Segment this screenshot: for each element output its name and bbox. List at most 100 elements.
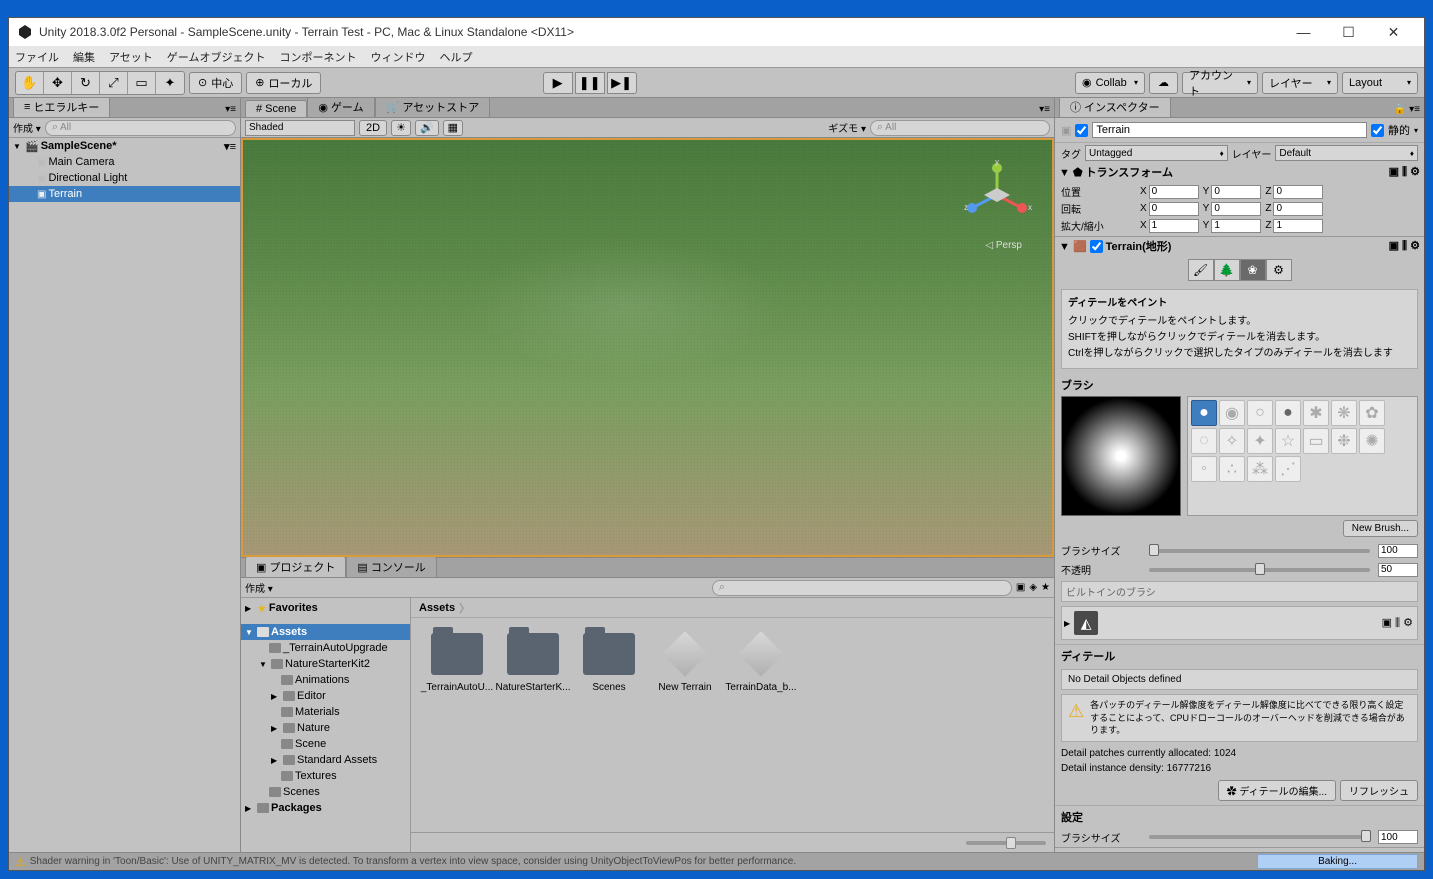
name-field[interactable] (1092, 122, 1367, 138)
hand-tool[interactable]: ✋ (16, 72, 44, 94)
brush-8[interactable]: ◌ (1191, 428, 1217, 454)
new-brush-button[interactable]: New Brush... (1343, 520, 1418, 537)
asset-folder-1[interactable]: _TerrainAutoU... (423, 630, 491, 693)
brush-11[interactable]: ☆ (1275, 428, 1301, 454)
rot-y[interactable] (1211, 202, 1261, 216)
active-checkbox[interactable] (1075, 124, 1088, 137)
brush-18[interactable]: ⋰ (1275, 456, 1301, 482)
brush-14[interactable]: ✺ (1359, 428, 1385, 454)
folder-standard[interactable]: ▶ Standard Assets (241, 752, 410, 768)
move-tool[interactable]: ✥ (44, 72, 72, 94)
brush-size2-field[interactable] (1378, 830, 1418, 844)
minimize-button[interactable]: — (1281, 18, 1326, 46)
maximize-button[interactable]: ☐ (1326, 18, 1371, 46)
brush-7[interactable]: ✿ (1359, 400, 1385, 426)
tag-dropdown[interactable]: Untagged♦ (1085, 145, 1228, 161)
project-favorite-icon[interactable]: ★ (1041, 582, 1050, 593)
folder-editor[interactable]: ▶ Editor (241, 688, 410, 704)
pos-x[interactable] (1149, 185, 1199, 199)
scl-y[interactable] (1211, 219, 1261, 233)
scene-root[interactable]: ▼🎬 SampleScene*▾≡ (9, 138, 240, 154)
inspector-tab[interactable]: ⓘ インスペクター (1059, 98, 1171, 117)
status-warning[interactable]: Shader warning in 'Toon/Basic': Use of U… (30, 856, 796, 867)
collab-dropdown[interactable]: ◉ Collab (1075, 72, 1145, 94)
assets-folder[interactable]: ▼ Assets (241, 624, 410, 640)
folder-nature2[interactable]: ▶ Nature (241, 720, 410, 736)
brush-10[interactable]: ✦ (1247, 428, 1273, 454)
toggle-2d[interactable]: 2D (359, 120, 387, 136)
cloud-button[interactable]: ☁ (1149, 72, 1178, 94)
terrain-tree-tool[interactable]: 🌲 (1214, 259, 1240, 281)
inspector-lock-icon[interactable]: 🔒 ▾≡ (1390, 102, 1424, 117)
brush-size2-slider[interactable] (1149, 835, 1370, 839)
lighting-icon[interactable]: ☀ (391, 120, 411, 136)
scene-panel-menu[interactable]: ▾≡ (1035, 102, 1054, 117)
hierarchy-item-camera[interactable]: ▣ Main Camera (9, 154, 240, 170)
brush-15[interactable]: ◦ (1191, 456, 1217, 482)
edit-details-button[interactable]: ✿ ディテールの編集... (1218, 780, 1336, 801)
create-dropdown[interactable]: 作成 ▾ (13, 120, 41, 135)
folder-scene[interactable]: Scene (241, 736, 410, 752)
shading-dropdown[interactable]: Shaded (245, 120, 355, 136)
project-search[interactable] (712, 580, 1012, 596)
terrain-settings-tool[interactable]: ⚙ (1266, 259, 1292, 281)
brush-5[interactable]: ✱ (1303, 400, 1329, 426)
opacity-slider[interactable] (1149, 568, 1370, 572)
project-create-dropdown[interactable]: 作成 ▾ (245, 580, 273, 595)
brush-13[interactable]: ❉ (1331, 428, 1357, 454)
rotate-tool[interactable]: ↻ (72, 72, 100, 94)
rot-z[interactable] (1273, 202, 1323, 216)
folder-scenes[interactable]: Scenes (241, 784, 410, 800)
packages-folder[interactable]: ▶ Packages (241, 800, 410, 816)
terrain-detail-tool[interactable]: ❀ (1240, 259, 1266, 281)
terrain-enabled[interactable] (1090, 240, 1103, 253)
brush-size-field[interactable] (1378, 544, 1418, 558)
console-tab[interactable]: ▤ コンソール (346, 556, 436, 577)
menu-help[interactable]: ヘルプ (439, 49, 472, 65)
layout-dropdown[interactable]: Layout (1342, 72, 1418, 94)
project-tab[interactable]: ▣ プロジェクト (245, 556, 346, 577)
folder-animations[interactable]: Animations (241, 672, 410, 688)
hierarchy-search[interactable]: All (45, 120, 236, 136)
folder-materials[interactable]: Materials (241, 704, 410, 720)
folder-textures[interactable]: Textures (241, 768, 410, 784)
folder-terrainauto[interactable]: _TerrainAutoUpgrade (241, 640, 410, 656)
brush-size-slider[interactable] (1149, 549, 1370, 553)
brush-16[interactable]: ∴ (1219, 456, 1245, 482)
menu-component[interactable]: コンポーネント (279, 49, 356, 65)
hierarchy-item-light[interactable]: ▣ Directional Light (9, 170, 240, 186)
asset-prefab-2[interactable]: TerrainData_b... (727, 630, 795, 693)
terrain-paint-tool[interactable]: 🖌 (1188, 259, 1214, 281)
scene-view[interactable]: y x z ◁ Persp (241, 138, 1054, 557)
asset-folder-3[interactable]: Scenes (575, 630, 643, 693)
fx-icon[interactable]: ▦ (443, 120, 463, 136)
brush-3[interactable]: ○ (1247, 400, 1273, 426)
static-checkbox[interactable] (1371, 124, 1384, 137)
breadcrumb[interactable]: Assets 〉 (411, 598, 1054, 618)
pause-button[interactable]: ❚❚ (575, 72, 605, 94)
account-dropdown[interactable]: アカウント (1182, 72, 1258, 94)
play-button[interactable]: ▶ (543, 72, 573, 94)
hierarchy-tab[interactable]: ≡ ヒエラルキー (13, 98, 110, 117)
brush-12[interactable]: ▭ (1303, 428, 1329, 454)
menu-assets[interactable]: アセット (109, 49, 153, 65)
asset-prefab-1[interactable]: New Terrain (651, 630, 719, 693)
layer-dropdown[interactable]: Default♦ (1275, 145, 1418, 161)
project-filter2-icon[interactable]: ◈ (1029, 582, 1037, 593)
thumbnail-size-slider[interactable] (966, 841, 1046, 845)
brush-17[interactable]: ⁂ (1247, 456, 1273, 482)
scene-tab[interactable]: # Scene (245, 100, 307, 117)
brush-4[interactable]: ● (1275, 400, 1301, 426)
pos-z[interactable] (1273, 185, 1323, 199)
brush-6[interactable]: ❋ (1331, 400, 1357, 426)
persp-label[interactable]: ◁ Persp (985, 240, 1022, 251)
scl-x[interactable] (1149, 219, 1199, 233)
pos-y[interactable] (1211, 185, 1261, 199)
pivot-toggle[interactable]: ⊙ 中心 (189, 72, 242, 94)
refresh-button[interactable]: リフレッシュ (1340, 780, 1418, 801)
menu-gameobject[interactable]: ゲームオブジェクト (167, 49, 266, 65)
game-tab[interactable]: ◉ ゲーム (307, 98, 374, 117)
layers-dropdown[interactable]: レイヤー (1262, 72, 1338, 94)
menu-file[interactable]: ファイル (15, 49, 59, 65)
close-button[interactable]: ✕ (1371, 18, 1416, 46)
